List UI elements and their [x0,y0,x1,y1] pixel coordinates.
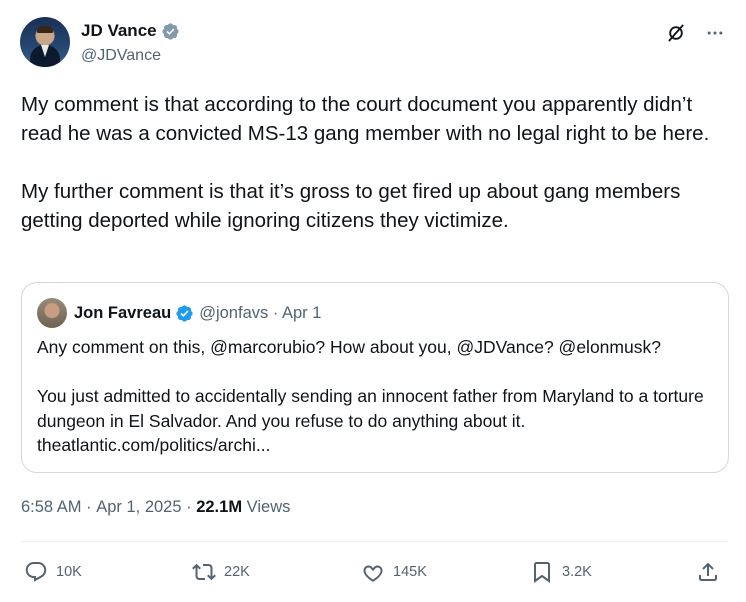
quoted-tweet-header: Jon Favreau @jonfavs · Apr 1 [37,298,321,328]
repost-button[interactable]: 22K [192,560,250,584]
grok-icon[interactable] [666,23,686,43]
share-icon [699,562,717,581]
tweet-time[interactable]: 6:58 AM [21,498,82,517]
meta-separator: · [181,498,197,516]
repost-icon [192,563,216,581]
tweet-date[interactable]: Apr 1, 2025 [96,498,181,517]
author-avatar[interactable] [20,17,70,67]
bookmark-icon [534,562,550,583]
action-bar: 10K 22K 145K 3.2K [24,560,728,586]
like-count: 145K [393,564,427,580]
quoted-author-handle-date: @jonfavs · Apr 1 [199,303,322,322]
blue-verified-icon [176,304,193,322]
tweet-header: JD Vance @JDVance [20,17,730,71]
reply-icon [25,562,47,582]
quoted-author-avatar [37,298,67,328]
reply-button[interactable]: 10K [24,560,82,584]
divider [21,541,729,542]
views-label: Views [242,498,291,516]
reply-count: 10K [56,564,82,580]
like-button[interactable]: 145K [361,560,427,584]
tweet-text: My comment is that according to the cour… [21,93,710,232]
quoted-author-display-name: Jon Favreau [74,303,172,322]
quoted-tweet-text: Any comment on this, @marcorubio? How ab… [37,337,704,455]
grey-verified-icon [161,22,179,40]
more-icon[interactable] [704,23,726,43]
bookmark-button[interactable]: 3.2K [530,560,592,584]
quoted-tweet[interactable]: Jon Favreau @jonfavs · Apr 1 Any comment… [21,282,729,473]
bookmark-count: 3.2K [562,564,592,580]
author-handle[interactable]: @JDVance [81,47,161,65]
tweet-meta: 6:58 AM · Apr 1, 2025 · 22.1M Views [21,498,290,517]
views-count[interactable]: 22.1M [196,498,242,517]
share-button[interactable] [696,560,720,584]
author-name-row: JD Vance [81,21,180,41]
heart-icon [363,565,383,582]
meta-separator: · [81,498,97,516]
repost-count: 22K [224,564,250,580]
author-display-name[interactable]: JD Vance [81,21,157,41]
